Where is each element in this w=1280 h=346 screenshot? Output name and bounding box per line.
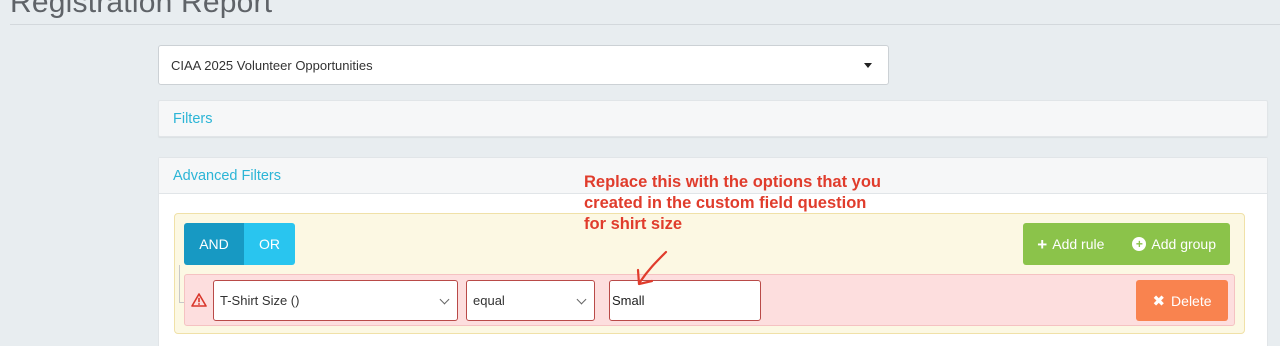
rule-field-select[interactable]: T-Shirt Size () bbox=[213, 280, 458, 321]
add-group-label: Add group bbox=[1151, 236, 1216, 252]
add-group-button[interactable]: + Add group bbox=[1118, 223, 1230, 265]
rule-operator-select[interactable]: equal bbox=[466, 280, 595, 321]
annotation-line: Replace this with the options that you bbox=[584, 173, 882, 191]
filters-panel[interactable]: Filters bbox=[158, 100, 1268, 137]
and-button[interactable]: AND bbox=[184, 223, 244, 265]
chevron-down-icon bbox=[576, 294, 587, 305]
times-icon: ✖ bbox=[1152, 292, 1166, 310]
condition-toggle: AND OR bbox=[184, 223, 295, 265]
rule-row: T-Shirt Size () equal ✖ Delete bbox=[184, 274, 1235, 326]
plus-icon: + bbox=[1037, 234, 1048, 254]
report-select[interactable]: CIAA 2025 Volunteer Opportunities bbox=[158, 45, 889, 85]
warning-icon bbox=[191, 293, 207, 307]
add-rule-label: Add rule bbox=[1052, 236, 1105, 252]
circle-plus-icon: + bbox=[1132, 237, 1147, 251]
page: Registration Report CIAA 2025 Volunteer … bbox=[0, 0, 1280, 346]
title-divider bbox=[10, 24, 1280, 25]
annotation-line: for shirt size bbox=[584, 215, 683, 233]
rule-field-value: T-Shirt Size () bbox=[220, 293, 300, 308]
add-rule-button[interactable]: + Add rule bbox=[1023, 223, 1118, 265]
delete-rule-button[interactable]: ✖ Delete bbox=[1136, 280, 1228, 321]
filters-heading[interactable]: Filters bbox=[159, 101, 1267, 137]
or-button[interactable]: OR bbox=[244, 223, 295, 265]
group-actions: + Add rule + Add group bbox=[1023, 223, 1230, 265]
rule-operator-value: equal bbox=[473, 293, 505, 308]
arrow-icon bbox=[636, 250, 668, 286]
page-title: Registration Report bbox=[10, 0, 273, 19]
annotation-note: Replace this with the options that you c… bbox=[584, 172, 944, 235]
caret-down-icon bbox=[864, 63, 872, 68]
delete-label: Delete bbox=[1171, 292, 1212, 309]
annotation-line: created in the custom field question bbox=[584, 194, 867, 212]
report-select-value: CIAA 2025 Volunteer Opportunities bbox=[171, 57, 373, 73]
chevron-down-icon bbox=[439, 294, 450, 305]
